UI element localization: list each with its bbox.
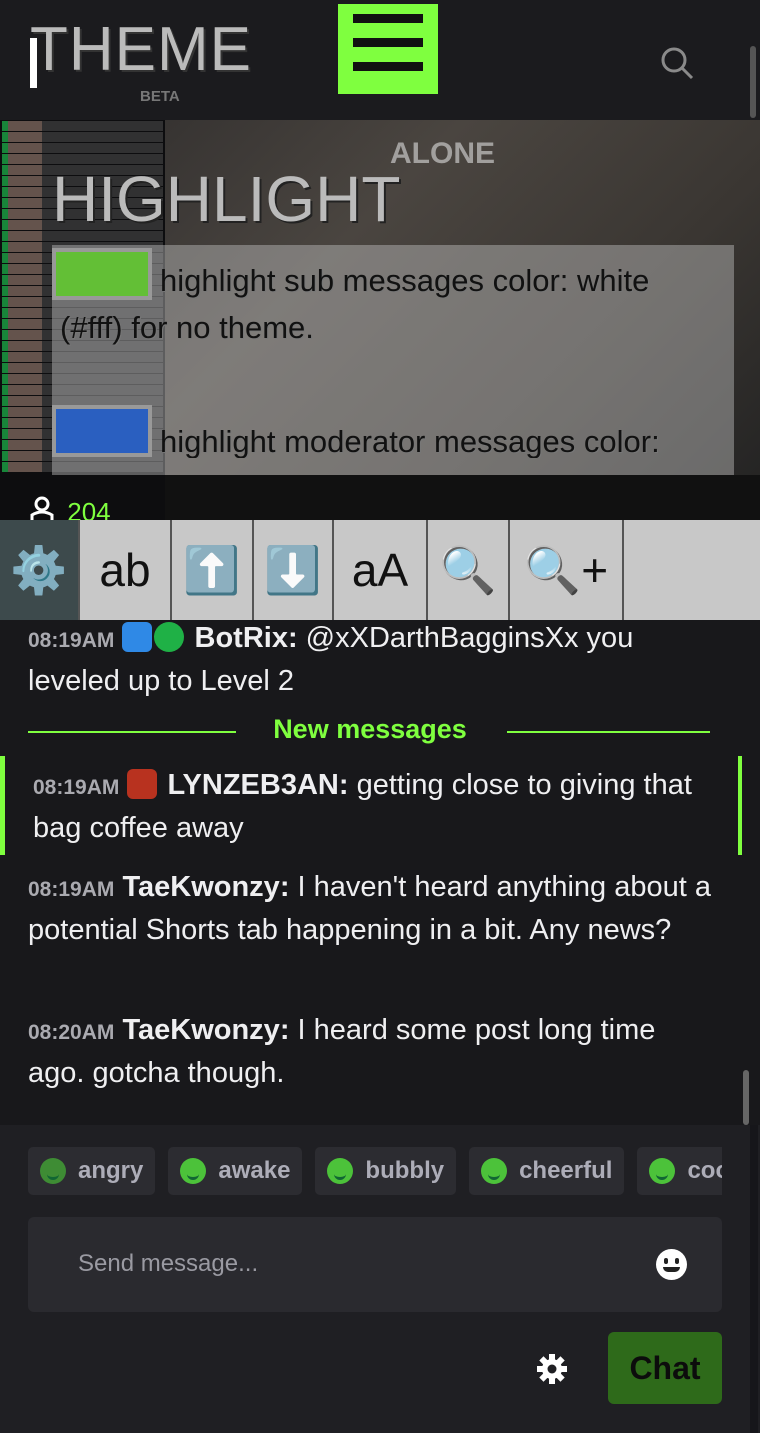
settings-tool-button[interactable]: ⚙️ — [0, 520, 80, 620]
composer-scroll-track — [750, 1125, 758, 1433]
mood-chip-cool[interactable]: coo — [637, 1147, 722, 1195]
zoom-in-button[interactable]: 🔍+ — [510, 520, 624, 620]
scroll-up-button[interactable]: ⬆️ — [172, 520, 254, 620]
mood-chip-cheerful[interactable]: cheerful — [469, 1147, 625, 1195]
chat-settings-gear-icon[interactable] — [536, 1353, 568, 1385]
angry-emote-icon — [40, 1158, 66, 1184]
mood-label: cheerful — [519, 1157, 613, 1184]
lion-badge-icon — [127, 769, 158, 799]
chat-toolbar: ⚙️ ab ⬆️ ⬇️ aA 🔍 🔍+ — [0, 520, 760, 620]
message-timestamp: 08:20AM — [28, 1021, 115, 1044]
chat-scrollbar[interactable] — [743, 1070, 749, 1125]
message-timestamp: 08:19AM — [28, 878, 115, 901]
hamburger-icon-bar — [353, 38, 423, 47]
sub-color-label: highlight sub messages color: white (#ff… — [60, 263, 650, 345]
chat-composer: angry awake bubbly cheerful coo Chat — [0, 1125, 760, 1433]
chat-message: 08:20AM TaeKwonzy: I heard some post lon… — [28, 1010, 718, 1094]
message-input-box — [28, 1217, 722, 1312]
mood-label: angry — [78, 1157, 144, 1184]
verified-badge-icon — [154, 622, 185, 652]
search-icon[interactable] — [660, 46, 694, 80]
mood-suggestions: angry awake bubbly cheerful coo — [28, 1147, 722, 1197]
highlight-title: HIGHLIGHT — [52, 163, 401, 235]
mood-chip-angry[interactable]: angry — [28, 1147, 156, 1195]
mood-chip-bubbly[interactable]: bubbly — [315, 1147, 457, 1195]
mood-label: awake — [218, 1157, 291, 1184]
video-bottom-bar — [165, 475, 760, 522]
highlight-settings-panel: HIGHLIGHT highlight sub messages color: … — [0, 120, 734, 475]
message-username[interactable]: TaeKwonzy: — [122, 871, 289, 903]
new-messages-label: New messages — [273, 714, 467, 744]
chat-message: 08:19AM TaeKwonzy: I haven't heard anyth… — [28, 867, 718, 951]
scroll-down-button[interactable]: ⬇️ — [254, 520, 334, 620]
text-size-button[interactable]: aA — [334, 520, 428, 620]
hamburger-menu-button[interactable] — [338, 4, 438, 94]
crown-badge-icon — [122, 622, 153, 652]
message-username[interactable]: LYNZEB3AN: — [168, 769, 349, 801]
message-timestamp: 08:19AM — [28, 629, 115, 652]
cheerful-emote-icon — [481, 1158, 508, 1184]
chat-message: 08:19AM LYNZEB3AN: getting close to givi… — [33, 765, 723, 849]
search-button[interactable]: 🔍 — [428, 520, 510, 620]
logo-text: THEME — [30, 15, 252, 84]
font-toggle-button[interactable]: ab — [80, 520, 172, 620]
hamburger-icon — [353, 14, 423, 23]
mood-chip-awake[interactable]: awake — [168, 1147, 303, 1195]
message-text: @xXDarthBagginsXx you leveled up to Leve… — [28, 622, 634, 697]
beta-label: BETA — [140, 88, 180, 105]
header: THEME BETA — [0, 0, 760, 120]
bubbly-emote-icon — [327, 1158, 354, 1184]
chat-message: 08:19AM BotRix: @xXDarthBagginsXx you le… — [28, 618, 718, 702]
message-username[interactable]: TaeKwonzy: — [122, 1014, 289, 1046]
emoji-picker-icon[interactable] — [656, 1249, 687, 1280]
awake-emote-icon — [180, 1158, 207, 1184]
mod-color-label: highlight moderator messages color: — [160, 424, 660, 458]
page-scrollbar[interactable] — [750, 46, 756, 118]
message-input[interactable] — [76, 1245, 620, 1283]
chat-send-button[interactable]: Chat — [608, 1332, 722, 1404]
mood-label: bubbly — [365, 1157, 445, 1184]
new-messages-divider: New messages — [0, 712, 760, 752]
hamburger-icon-bar — [353, 62, 423, 71]
cool-emote-icon — [649, 1158, 676, 1184]
message-timestamp: 08:19AM — [33, 776, 120, 799]
mood-label: coo — [687, 1157, 722, 1184]
message-username[interactable]: BotRix: — [195, 622, 298, 654]
